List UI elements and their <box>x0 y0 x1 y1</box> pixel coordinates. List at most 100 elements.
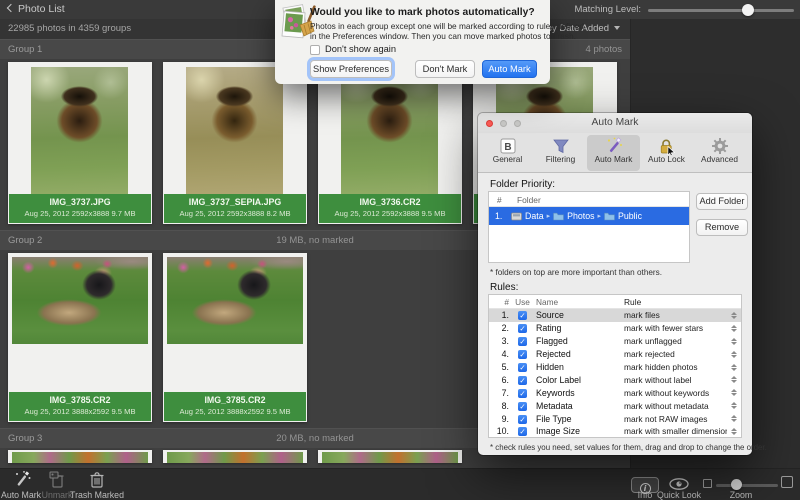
rule-stepper[interactable] <box>727 351 741 358</box>
rule-row[interactable]: 4. ✓ Rejected mark rejected <box>489 348 741 361</box>
checkbox-checked[interactable]: ✓ <box>518 389 527 398</box>
rules-label: Rules: <box>490 282 518 293</box>
photo-label: IMG_3737.JPG Aug 25, 2012 2592x3888 9.7 … <box>9 194 151 223</box>
rule-stepper[interactable] <box>727 376 741 383</box>
zoom-out-icon <box>703 479 712 488</box>
rule-row[interactable]: 5. ✓ Hidden mark hidden photos <box>489 361 741 374</box>
zoom-in-icon <box>781 476 793 488</box>
rule-stepper[interactable] <box>727 325 741 332</box>
checkbox-checked[interactable]: ✓ <box>518 363 527 372</box>
photo-card[interactable]: IMG_3737_SEPIA.JPG Aug 25, 2012 2592x388… <box>163 62 307 224</box>
rule-row[interactable]: 10. ✓ Image Size mark with smaller dimen… <box>489 425 741 438</box>
photo-label: IMG_3736.CR2 Aug 25, 2012 2592x3888 9.5 … <box>319 194 461 223</box>
auto-mark-confirm-button[interactable]: Auto Mark <box>482 60 537 78</box>
zoom-knob[interactable] <box>731 479 742 490</box>
folder-priority-label: Folder Priority: <box>490 179 555 190</box>
zoom-label[interactable]: Zoom <box>716 490 766 500</box>
rule-row[interactable]: 7. ✓ Keywords mark without keywords <box>489 386 741 399</box>
dont-show-again-checkbox[interactable] <box>310 45 320 55</box>
photo-card[interactable]: IMG_3736.CR2 Aug 25, 2012 2592x3888 9.5 … <box>318 62 462 224</box>
rule-row[interactable]: 6. ✓ Color Label mark without label <box>489 373 741 386</box>
filter-icon <box>552 137 570 155</box>
photo-card[interactable] <box>318 450 462 463</box>
rule-row[interactable]: 1. ✓ Source mark files <box>489 309 741 322</box>
rule-row[interactable]: 3. ✓ Flagged mark unflagged <box>489 335 741 348</box>
group-name: Group 1 <box>8 44 42 55</box>
photo-card[interactable]: IMG_3737.JPG Aug 25, 2012 2592x3888 9.7 … <box>8 62 152 224</box>
quick-look-button[interactable] <box>668 477 690 491</box>
folder-icon <box>553 212 564 221</box>
tab-auto-lock[interactable]: Auto Lock <box>640 135 693 171</box>
tab-general[interactable]: B General <box>481 135 534 171</box>
photo-thumbnail <box>341 67 438 195</box>
matching-level-label: Matching Level: <box>563 4 641 15</box>
photo-card[interactable] <box>163 450 307 463</box>
rule-row[interactable]: 9. ✓ File Type mark not RAW images <box>489 412 741 425</box>
photo-card[interactable]: IMG_3785.CR2 Aug 25, 2012 3888x2592 9.5 … <box>163 253 307 422</box>
checkbox-checked[interactable]: ✓ <box>518 376 527 385</box>
trash-icon <box>89 471 105 488</box>
dont-show-again-label: Don't show again <box>325 44 396 54</box>
checkbox-checked[interactable]: ✓ <box>518 337 527 346</box>
rule-stepper[interactable] <box>727 428 741 435</box>
eye-icon <box>668 477 690 491</box>
photo-label: IMG_3737_SEPIA.JPG Aug 25, 2012 2592x388… <box>164 194 306 223</box>
general-icon: B <box>499 137 517 155</box>
rule-stepper[interactable] <box>727 364 741 371</box>
rule-row[interactable]: 2. ✓ Rating mark with fewer stars <box>489 322 741 335</box>
folder-row[interactable]: 1. Data ▸ Photos ▸ Public <box>489 207 689 225</box>
checkbox-checked[interactable]: ✓ <box>518 324 527 333</box>
unmark-button[interactable] <box>48 471 66 488</box>
group-info: 4 photos <box>586 44 622 55</box>
unmark-trash-icon <box>48 471 66 488</box>
photo-card[interactable] <box>8 450 152 463</box>
disk-icon <box>511 212 522 221</box>
chevron-down-icon <box>614 26 620 30</box>
photo-thumbnail <box>167 257 303 344</box>
minimize-button[interactable] <box>500 120 507 127</box>
zoom-slider[interactable] <box>716 484 778 487</box>
bottom-toolbar: Auto Mark Unmark Trash Marked i <box>0 468 800 500</box>
close-button[interactable] <box>486 120 493 127</box>
tab-filtering[interactable]: Filtering <box>534 135 587 171</box>
auto-mark-button[interactable] <box>13 471 31 488</box>
rule-stepper[interactable] <box>727 415 741 422</box>
checkbox-checked[interactable]: ✓ <box>518 427 527 436</box>
remove-button[interactable]: Remove <box>696 219 748 236</box>
photo-thumbnail <box>167 452 303 463</box>
auto-mark-dialog: Would you like to mark photos automatica… <box>275 0 550 84</box>
back-button[interactable]: Photo List <box>8 3 65 15</box>
checkbox-checked[interactable]: ✓ <box>518 402 527 411</box>
rule-stepper[interactable] <box>727 312 741 319</box>
maximize-button[interactable] <box>514 120 521 127</box>
photo-thumbnail <box>31 67 128 195</box>
matching-level-slider[interactable] <box>648 9 794 12</box>
auto-mark-window: Auto Mark B General Filtering <box>478 113 752 455</box>
rule-row[interactable]: 8. ✓ Metadata mark without metadata <box>489 399 741 412</box>
rule-stepper[interactable] <box>727 338 741 345</box>
path-separator-icon: ▸ <box>547 212 551 220</box>
checkbox-checked[interactable]: ✓ <box>518 350 527 359</box>
trash-marked-label[interactable]: Trash Marked <box>65 490 129 500</box>
lock-icon <box>657 137 677 155</box>
tab-advanced[interactable]: Advanced <box>693 135 746 171</box>
rule-stepper[interactable] <box>727 389 741 396</box>
quick-look-label[interactable]: Quick Look <box>652 490 706 500</box>
folder-table-header: # Folder <box>489 192 689 207</box>
add-folder-button[interactable]: Add Folder <box>696 193 748 210</box>
rules-table-header: # Use Name Rule <box>489 295 741 309</box>
matching-level-knob[interactable] <box>742 4 754 16</box>
checkbox-checked[interactable]: ✓ <box>518 415 527 424</box>
gear-icon <box>711 137 729 155</box>
photo-label: IMG_3785.CR2 Aug 25, 2012 3888x2592 9.5 … <box>164 392 306 421</box>
path-separator-icon: ▸ <box>598 212 602 220</box>
photo-label: IMG_3785.CR2 Aug 25, 2012 3888x2592 9.5 … <box>9 392 151 421</box>
checkbox-checked[interactable]: ✓ <box>518 311 527 320</box>
trash-marked-button[interactable] <box>89 471 105 488</box>
rules-note: * check rules you need, set values for t… <box>490 443 767 452</box>
rule-stepper[interactable] <box>727 402 741 409</box>
show-preferences-button[interactable]: Show Preferences <box>310 60 392 78</box>
tab-auto-mark[interactable]: Auto Mark <box>587 135 640 171</box>
photo-card[interactable]: IMG_3785.CR2 Aug 25, 2012 3888x2592 9.5 … <box>8 253 152 422</box>
dont-mark-button[interactable]: Don't Mark <box>415 60 475 78</box>
